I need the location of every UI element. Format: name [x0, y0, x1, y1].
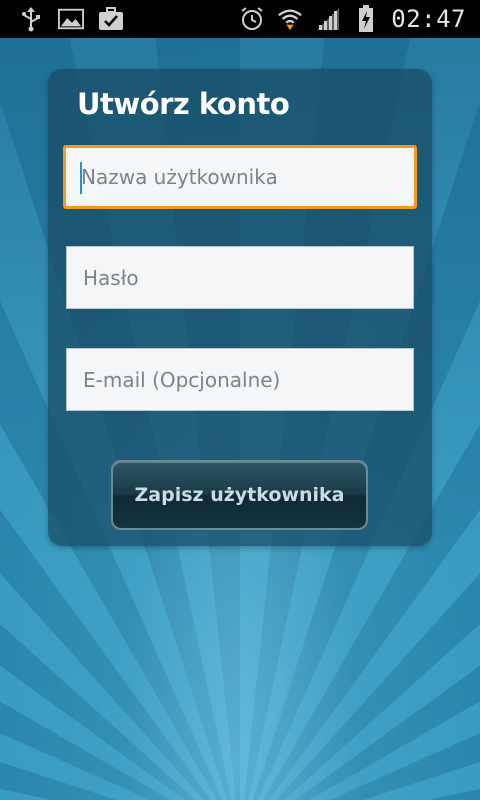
- wifi-icon: [277, 6, 303, 32]
- battery-charging-icon: [353, 5, 379, 32]
- text-cursor: [80, 162, 82, 194]
- save-user-button[interactable]: Zapisz użytkownika: [111, 460, 368, 530]
- status-bar: 02:47: [0, 0, 480, 38]
- image-icon: [58, 6, 84, 32]
- create-account-card: Utwórz konto Zapisz użytkownika: [48, 69, 432, 546]
- username-field[interactable]: [63, 145, 417, 209]
- alarm-icon: [239, 6, 265, 32]
- signal-icon: [315, 6, 341, 32]
- password-input[interactable]: [81, 264, 413, 291]
- page-title: Utwórz konto: [77, 87, 290, 121]
- status-bar-left: [18, 6, 124, 32]
- email-input[interactable]: [81, 366, 413, 393]
- password-field[interactable]: [66, 246, 414, 309]
- status-bar-right: 02:47: [239, 4, 466, 34]
- save-user-button-label: Zapisz użytkownika: [134, 484, 345, 506]
- usb-icon: [18, 6, 44, 32]
- clock: 02:47: [391, 5, 466, 33]
- email-field[interactable]: [66, 348, 414, 411]
- briefcase-check-icon: [98, 6, 124, 32]
- username-input[interactable]: [79, 164, 414, 190]
